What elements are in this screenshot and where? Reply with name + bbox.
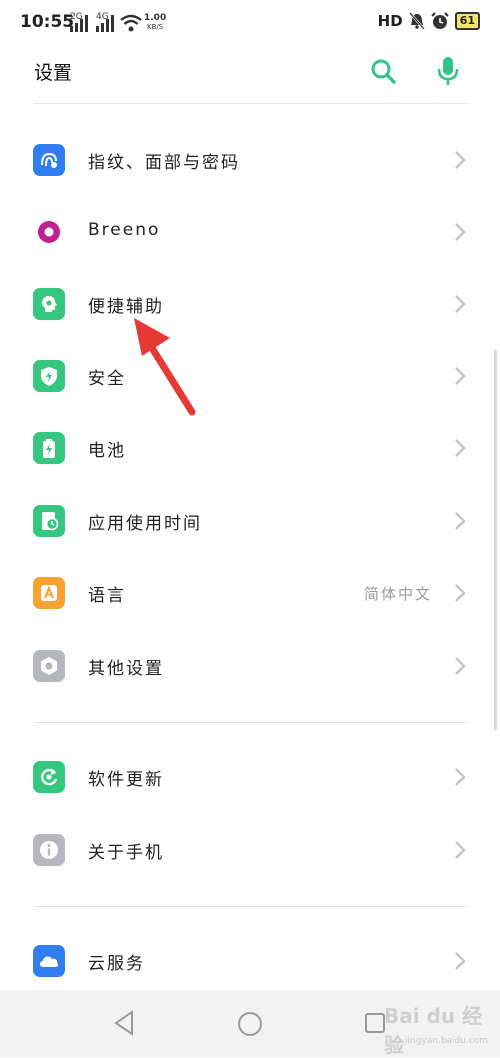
- status-bar: 10:55 2G 4G 1.00 KB/S HD 61: [0, 0, 500, 48]
- settings-item-fingerprint[interactable]: 指纹、面部与密码: [0, 124, 500, 196]
- screen-time-icon: [33, 505, 65, 537]
- home-icon[interactable]: [236, 1010, 264, 1038]
- settings-item-label: 其他设置: [88, 659, 164, 679]
- scrollbar[interactable]: [494, 350, 497, 730]
- chevron-right-icon: [455, 584, 466, 602]
- assist-icon: [33, 288, 65, 320]
- settings-item-update[interactable]: 软件更新: [0, 741, 500, 813]
- chevron-right-icon: [455, 439, 466, 457]
- settings-item-label: 云服务: [88, 954, 145, 974]
- chevron-right-icon: [455, 512, 466, 530]
- language-icon: [33, 577, 65, 609]
- breeno-icon: [33, 216, 65, 248]
- chevron-right-icon: [455, 295, 466, 313]
- battery-indicator: 61: [454, 12, 480, 30]
- language-value: 简体中文: [363, 585, 432, 603]
- chevron-right-icon: [455, 151, 466, 169]
- header-divider: [34, 103, 467, 104]
- section-divider: [34, 906, 467, 907]
- settings-item-label: 便捷辅助: [88, 297, 164, 317]
- back-icon[interactable]: [113, 1010, 135, 1036]
- settings-item-other[interactable]: 其他设置: [0, 630, 500, 702]
- settings-item-assist[interactable]: 便捷辅助: [0, 268, 500, 340]
- settings-item-label: 安全: [88, 369, 126, 389]
- settings-item-label: Breeno: [88, 220, 161, 240]
- section-divider: [34, 722, 467, 723]
- other-settings-icon: [33, 650, 65, 682]
- settings-item-label: 语言: [88, 586, 126, 606]
- settings-item-label: 关于手机: [88, 843, 164, 863]
- alarm-icon: [430, 12, 449, 29]
- chevron-right-icon: [455, 841, 466, 859]
- chevron-right-icon: [455, 952, 466, 970]
- microphone-icon[interactable]: [436, 56, 460, 86]
- settings-item-language[interactable]: 语言 简体中文: [0, 557, 500, 629]
- cloud-icon: [33, 945, 65, 977]
- info-icon: [33, 834, 65, 866]
- status-right: HD 61: [378, 12, 480, 30]
- update-icon: [33, 761, 65, 793]
- chevron-right-icon: [455, 223, 466, 241]
- search-icon[interactable]: [370, 58, 396, 84]
- settings-item-battery[interactable]: 电池: [0, 412, 500, 484]
- settings-item-label: 应用使用时间: [88, 514, 202, 534]
- recent-apps-icon[interactable]: [364, 1012, 386, 1034]
- settings-header: 设置: [0, 48, 500, 100]
- signal-icon: [70, 15, 88, 32]
- settings-item-cloud[interactable]: 云服务: [0, 925, 500, 997]
- mute-bell-icon: [408, 12, 425, 30]
- chevron-right-icon: [455, 657, 466, 675]
- wifi-icon: [120, 14, 142, 32]
- settings-item-breeno[interactable]: Breeno: [0, 196, 500, 268]
- speed-unit: KB/S: [147, 23, 164, 31]
- shield-icon: [33, 360, 65, 392]
- settings-item-label: 电池: [88, 441, 126, 461]
- settings-item-label: 指纹、面部与密码: [88, 153, 240, 173]
- chevron-right-icon: [455, 367, 466, 385]
- settings-item-screen-time[interactable]: 应用使用时间: [0, 485, 500, 557]
- watermark-url: jingyan.baidu.com: [405, 1036, 489, 1046]
- watermark: Bai du 经验: [384, 1004, 483, 1057]
- hd-indicator: HD: [377, 12, 403, 30]
- network-speed: 1.00 KB/S: [144, 14, 166, 32]
- settings-item-label: 软件更新: [88, 770, 164, 790]
- battery-icon: [33, 432, 65, 464]
- signal-icon-2: [96, 15, 114, 32]
- settings-item-about[interactable]: 关于手机: [0, 814, 500, 886]
- fingerprint-icon: [33, 144, 65, 176]
- page-title: 设置: [34, 62, 73, 84]
- speed-value: 1.00: [144, 13, 167, 23]
- settings-item-security[interactable]: 安全: [0, 340, 500, 412]
- chevron-right-icon: [455, 768, 466, 786]
- clock: 10:55: [20, 12, 75, 32]
